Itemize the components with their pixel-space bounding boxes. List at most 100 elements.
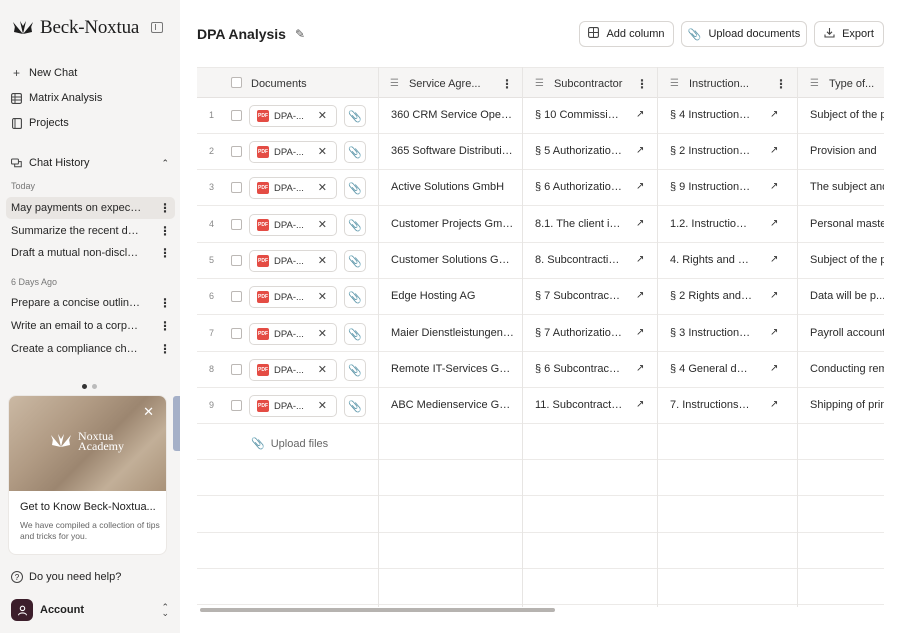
row-checkbox[interactable] [231,328,242,339]
cell-service-agreement[interactable]: Maier Dienstleistungen G... [391,327,514,339]
cell-subcontractor[interactable]: § 5 Authorization f... [535,145,623,157]
chat-item[interactable]: Summarize the recent deci... ⋮ [6,220,175,242]
column-header-documents[interactable]: Documents [251,68,377,99]
open-source-arrow-icon[interactable]: ↗ [636,290,644,301]
open-source-arrow-icon[interactable]: ↗ [770,218,778,229]
horizontal-scrollbar[interactable] [200,608,555,612]
nav-new-chat[interactable]: + New Chat [11,66,77,80]
cell-type-of[interactable]: Data will be p... [810,290,884,302]
cell-subcontractor[interactable]: 11. Subcontracting... [535,399,623,411]
kebab-menu-icon[interactable]: ⋮ [159,225,171,237]
open-source-arrow-icon[interactable]: ↗ [636,399,644,410]
cell-subcontractor[interactable]: § 10 Commissioni... [535,109,623,121]
cell-service-agreement[interactable]: Active Solutions GmbH [391,181,514,193]
row-checkbox[interactable] [231,110,242,121]
table-row[interactable]: 5 PDF DPA-... ✕ 📎 Customer Solutions Gmb... 8.… [197,243,884,279]
row-checkbox[interactable] [231,182,242,193]
cell-type-of[interactable]: Shipping of print [810,399,884,411]
table-row[interactable]: 3 PDF DPA-... ✕ 📎 Active Solutions GmbH § 6 Au… [197,170,884,206]
cell-instruction[interactable]: § 2 Instructions... [670,145,752,157]
cell-instruction[interactable]: 1.2. Instruction: D... [670,218,752,230]
cell-service-agreement[interactable]: ABC Medienservice Gmbh [391,399,514,411]
kebab-menu-icon[interactable]: ⋮ [159,297,171,309]
attach-file-button[interactable]: 📎 [344,359,366,381]
cell-service-agreement[interactable]: 360 CRM Service Operat... [391,109,514,121]
cell-service-agreement[interactable]: 365 Software Distributio... [391,145,514,157]
carousel-dot-1[interactable] [82,384,87,389]
edit-icon[interactable]: ✎ [295,27,305,41]
cell-instruction[interactable]: § 9 Instructions... [670,181,752,193]
open-source-arrow-icon[interactable]: ↗ [770,145,778,156]
table-row[interactable]: 7 PDF DPA-... ✕ 📎 Maier Dienstleistungen G...… [197,316,884,352]
open-source-arrow-icon[interactable]: ↗ [770,327,778,338]
row-checkbox[interactable] [231,364,242,375]
cell-instruction[interactable]: 4. Rights and dut... [670,254,752,266]
cell-instruction[interactable]: § 2 Rights and d... [670,290,752,302]
open-source-arrow-icon[interactable]: ↗ [770,290,778,301]
cell-subcontractor[interactable]: § 7 Subcontractin... [535,290,623,302]
select-all-checkbox[interactable] [231,77,242,88]
cell-subcontractor[interactable]: 8.1. The client is... [535,218,623,230]
attach-file-button[interactable]: 📎 [344,286,366,308]
attach-file-button[interactable]: 📎 [344,323,366,345]
cell-instruction[interactable]: § 4 Instruction a... [670,109,752,121]
cell-subcontractor[interactable]: 8. Subcontracting... [535,254,623,266]
chat-item[interactable]: Write an email to a corpora... ⋮ [6,315,175,337]
cell-instruction[interactable]: 7. Instructions of... [670,399,752,411]
document-chip[interactable]: PDF DPA-... ✕ [249,141,337,163]
document-chip[interactable]: PDF DPA-... ✕ [249,286,337,308]
attach-file-button[interactable]: 📎 [344,141,366,163]
remove-document-icon[interactable]: ✕ [318,109,327,122]
kebab-menu-icon[interactable]: ⋮ [775,77,787,91]
attach-file-button[interactable]: 📎 [344,105,366,127]
remove-document-icon[interactable]: ✕ [318,145,327,158]
column-divider[interactable] [657,67,658,607]
chat-item[interactable]: May payments on expecte... ⋮ [6,197,175,219]
chat-history-header[interactable]: Chat History ⌃ [11,157,169,169]
remove-document-icon[interactable]: ✕ [318,327,327,340]
open-source-arrow-icon[interactable]: ↗ [636,254,644,265]
kebab-menu-icon[interactable]: ⋮ [159,320,171,332]
kebab-menu-icon[interactable]: ⋮ [159,343,171,355]
close-icon[interactable]: ✕ [143,404,154,420]
open-source-arrow-icon[interactable]: ↗ [770,181,778,192]
open-source-arrow-icon[interactable]: ↗ [636,145,644,156]
cell-type-of[interactable]: Subject of the pr [810,254,884,266]
cell-subcontractor[interactable]: § 6 Subcontractor... [535,363,623,375]
document-chip[interactable]: PDF DPA-... ✕ [249,395,337,417]
document-chip[interactable]: PDF DPA-... ✕ [249,177,337,199]
open-source-arrow-icon[interactable]: ↗ [636,327,644,338]
cell-instruction[interactable]: § 4 General duti... [670,363,752,375]
export-button[interactable]: Export [814,21,884,47]
kebab-menu-icon[interactable]: ⋮ [159,247,171,259]
remove-document-icon[interactable]: ✕ [318,290,327,303]
brand-logo[interactable]: Beck-Noxtua [11,17,139,39]
column-header-subcontractor[interactable]: ☰ Subcontractor ⋮ [535,68,658,99]
table-row[interactable]: 8 PDF DPA-... ✕ 📎 Remote IT-Services Gmb... § … [197,352,884,388]
open-source-arrow-icon[interactable]: ↗ [770,363,778,374]
promo-card[interactable]: ✕ Noxtua Academy Get to Know Beck-Noxtua… [9,396,166,554]
add-column-button[interactable]: Add column [579,21,674,47]
open-source-arrow-icon[interactable]: ↗ [636,181,644,192]
cell-type-of[interactable]: Personal master [810,218,884,230]
table-row[interactable]: 9 PDF DPA-... ✕ 📎 ABC Medienservice Gmbh 11. S… [197,388,884,424]
open-source-arrow-icon[interactable]: ↗ [636,109,644,120]
remove-document-icon[interactable]: ✕ [318,254,327,267]
upload-documents-button[interactable]: 📎 Upload documents [681,21,807,47]
chevron-up-icon[interactable]: ⌃ [161,158,169,169]
carousel-dot-2[interactable] [92,384,97,389]
kebab-menu-icon[interactable]: ⋮ [159,202,171,214]
cell-service-agreement[interactable]: Remote IT-Services Gmb... [391,363,514,375]
chevron-up-down-icon[interactable]: ⌃ ⌄ [161,603,169,618]
document-chip[interactable]: PDF DPA-... ✕ [249,105,337,127]
document-chip[interactable]: PDF DPA-... ✕ [249,323,337,345]
cell-service-agreement[interactable]: Edge Hosting AG [391,290,514,302]
column-divider[interactable] [797,67,798,607]
chat-item[interactable]: Draft a mutual non-disclos... ⋮ [6,242,175,264]
nav-matrix-analysis[interactable]: Matrix Analysis [11,92,102,104]
table-row[interactable]: 1 PDF DPA-... ✕ 📎 360 CRM Service Operat... § … [197,98,884,134]
cell-instruction[interactable]: § 3 Instructions... [670,327,752,339]
upload-files-button[interactable]: 📎 Upload files [251,437,328,451]
row-checkbox[interactable] [231,146,242,157]
cell-type-of[interactable]: The subject and [810,181,884,193]
